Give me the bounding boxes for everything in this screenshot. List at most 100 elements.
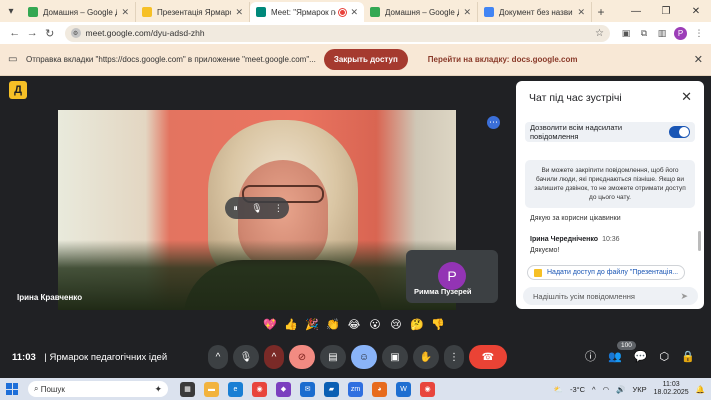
taskbar-apps: ▦ ▬ e ◉ ◆ ✉ ▰ zm ◕ W ◉	[180, 381, 435, 397]
more-options-icon[interactable]: ⋯	[487, 116, 500, 129]
edge-icon[interactable]: e	[228, 381, 243, 397]
raise-hand-button[interactable]: ✋	[413, 345, 439, 369]
chat-icon[interactable]: 💬	[634, 350, 648, 363]
reaction-thinking[interactable]: 🤔	[409, 318, 425, 331]
app-icon[interactable]: ◆	[276, 381, 291, 397]
chat-message: Дякуємо!	[530, 247, 560, 254]
maximize-icon[interactable]: ❐	[651, 0, 681, 22]
meeting-title: Ярмарок педагогічних ідей	[49, 352, 168, 363]
chrome-icon[interactable]: ◉	[252, 381, 267, 397]
slides-favicon-icon	[142, 7, 152, 17]
tab-presentation[interactable]: Презентація Ярмарок п ✕	[136, 2, 250, 22]
close-tab-icon[interactable]: ✕	[121, 7, 129, 18]
switch-tab-link[interactable]: Перейти на вкладку: docs.google.com	[428, 55, 578, 64]
minimize-icon[interactable]: —	[621, 0, 651, 22]
close-tab-icon[interactable]: ✕	[235, 7, 243, 18]
tray-chevron-icon[interactable]: ^	[592, 385, 596, 394]
puzzle-icon[interactable]: ⧉	[638, 27, 650, 39]
tab-strip: ▾ Домашня – Google Диск ✕ Презентація Яр…	[0, 0, 711, 22]
zoom-icon[interactable]: zm	[348, 381, 363, 397]
search-placeholder: Пошук	[40, 384, 65, 394]
chat-panel: Чат під час зустрічі ✕ Дозволити всім на…	[516, 81, 704, 309]
new-tab-icon[interactable]: +	[592, 2, 610, 22]
drive-favicon-icon	[370, 7, 380, 17]
pin-icon[interactable]: ⏸	[229, 203, 243, 214]
host-controls-icon[interactable]: 🔒	[681, 350, 695, 363]
meeting-logo: Д	[9, 81, 27, 99]
back-icon[interactable]: ←	[6, 27, 24, 39]
captions-button[interactable]: ▤	[320, 345, 346, 369]
tab-drive-1[interactable]: Домашня – Google Диск ✕	[22, 2, 136, 22]
close-tab-icon[interactable]: ✕	[350, 7, 358, 18]
activities-icon[interactable]: ⬡	[659, 350, 669, 363]
chat-input[interactable]: Надішліть усім повідомлення ➤	[523, 287, 698, 305]
volume-icon[interactable]: 🔊	[616, 385, 625, 394]
tab-search-icon[interactable]: ▾	[0, 0, 22, 22]
more-options-button[interactable]: ⋮	[444, 345, 464, 369]
allow-messages-toggle[interactable]	[668, 126, 690, 138]
chrome-active-icon[interactable]: ◉	[420, 381, 435, 397]
audio-options-icon[interactable]: ^	[208, 345, 228, 369]
store-icon[interactable]: ▰	[324, 381, 339, 397]
word-icon[interactable]: W	[396, 381, 411, 397]
video-plants	[58, 240, 456, 310]
close-window-icon[interactable]: ✕	[681, 0, 711, 22]
outlook-icon[interactable]: ✉	[300, 381, 315, 397]
reload-icon[interactable]: ↻	[41, 27, 59, 40]
taskbar-clock[interactable]: 11:03 18.02.2025	[654, 381, 689, 397]
emoji-button[interactable]: ☺	[351, 345, 377, 369]
author-name: Ірина Чередніченко	[530, 236, 599, 243]
windows-start-icon[interactable]	[6, 383, 18, 395]
mic-icon[interactable]: 🎙	[250, 203, 264, 214]
task-view-icon[interactable]: ▦	[180, 381, 195, 397]
close-bar-icon[interactable]: ✕	[694, 53, 703, 66]
extension-icon[interactable]: ▣	[620, 27, 632, 39]
close-tab-icon[interactable]: ✕	[577, 7, 585, 18]
firefox-icon[interactable]: ◕	[372, 381, 387, 397]
reaction-laugh[interactable]: 😂	[346, 318, 362, 331]
share-file-chip[interactable]: Надати доступ до файлу "Презентація...	[527, 265, 685, 280]
profile-avatar[interactable]: P	[673, 26, 687, 40]
send-icon[interactable]: ➤	[680, 291, 688, 302]
tab-document[interactable]: Документ без назви - Goo ✕	[478, 2, 592, 22]
leave-call-button[interactable]: ☎	[469, 345, 507, 369]
video-options-icon[interactable]: ^	[264, 345, 284, 369]
close-tab-icon[interactable]: ✕	[463, 7, 471, 18]
network-icon[interactable]: ◠	[603, 385, 610, 394]
chat-scrollbar[interactable]	[698, 231, 701, 251]
system-tray: ⛅ -3°C ^ ◠ 🔊 УКР 11:03 18.02.2025 🔔	[554, 381, 705, 397]
address-bar[interactable]: ⚙ meet.google.com/dyu-adsd-zhh ☆	[64, 24, 610, 42]
notifications-icon[interactable]: 🔔	[696, 385, 705, 394]
close-icon[interactable]: ✕	[681, 89, 692, 105]
reaction-clap[interactable]: 👏	[325, 318, 341, 331]
info-icon[interactable]: ⓘ	[585, 348, 596, 364]
file-explorer-icon[interactable]: ▬	[204, 381, 219, 397]
present-button[interactable]: ▣	[382, 345, 408, 369]
reaction-thumbs-up[interactable]: 👍	[283, 318, 299, 331]
bookmark-star-icon[interactable]: ☆	[595, 28, 604, 39]
reaction-heart[interactable]: 💖	[262, 318, 278, 331]
reaction-surprised[interactable]: 😮	[367, 318, 383, 331]
taskbar-search[interactable]: ⌕ Пошук ✦	[28, 381, 168, 397]
browser-toolbar: ← → ↻ ⚙ meet.google.com/dyu-adsd-zhh ☆ ▣…	[0, 22, 711, 44]
clock-date: 18.02.2025	[653, 389, 689, 396]
reaction-thumbs-down[interactable]: 👎	[430, 318, 446, 331]
mic-button[interactable]: 🎙	[233, 345, 259, 369]
windows-taskbar: ⌕ Пошук ✦ ▦ ▬ e ◉ ◆ ✉ ▰ zm ◕ W ◉ ⛅ -3°C …	[0, 378, 711, 400]
more-options-icon[interactable]: ⋮	[271, 203, 285, 214]
menu-kebab-icon[interactable]: ⋮	[693, 27, 705, 39]
recording-icon	[339, 8, 347, 16]
participant-tile[interactable]: Р Римма Пузерей	[406, 250, 498, 303]
forward-icon[interactable]: →	[24, 27, 42, 39]
tab-drive-2[interactable]: Домашня – Google Диск ✕	[364, 2, 478, 22]
reaction-sad[interactable]: 😢	[388, 318, 404, 331]
site-info-icon[interactable]: ⚙	[70, 28, 81, 38]
weather-icon[interactable]: ⛅	[554, 385, 563, 394]
people-icon[interactable]: 👥	[608, 350, 622, 363]
tab-meet[interactable]: Meet: "Ярмарок педагогі ✕	[250, 2, 364, 22]
stop-sharing-button[interactable]: Закрыть доступ	[323, 49, 408, 70]
camera-off-button[interactable]: ⊘	[289, 345, 315, 369]
sidepanel-icon[interactable]: ▥	[656, 27, 668, 39]
reaction-party[interactable]: 🎉	[304, 318, 320, 331]
language-indicator[interactable]: УКР	[632, 385, 646, 394]
